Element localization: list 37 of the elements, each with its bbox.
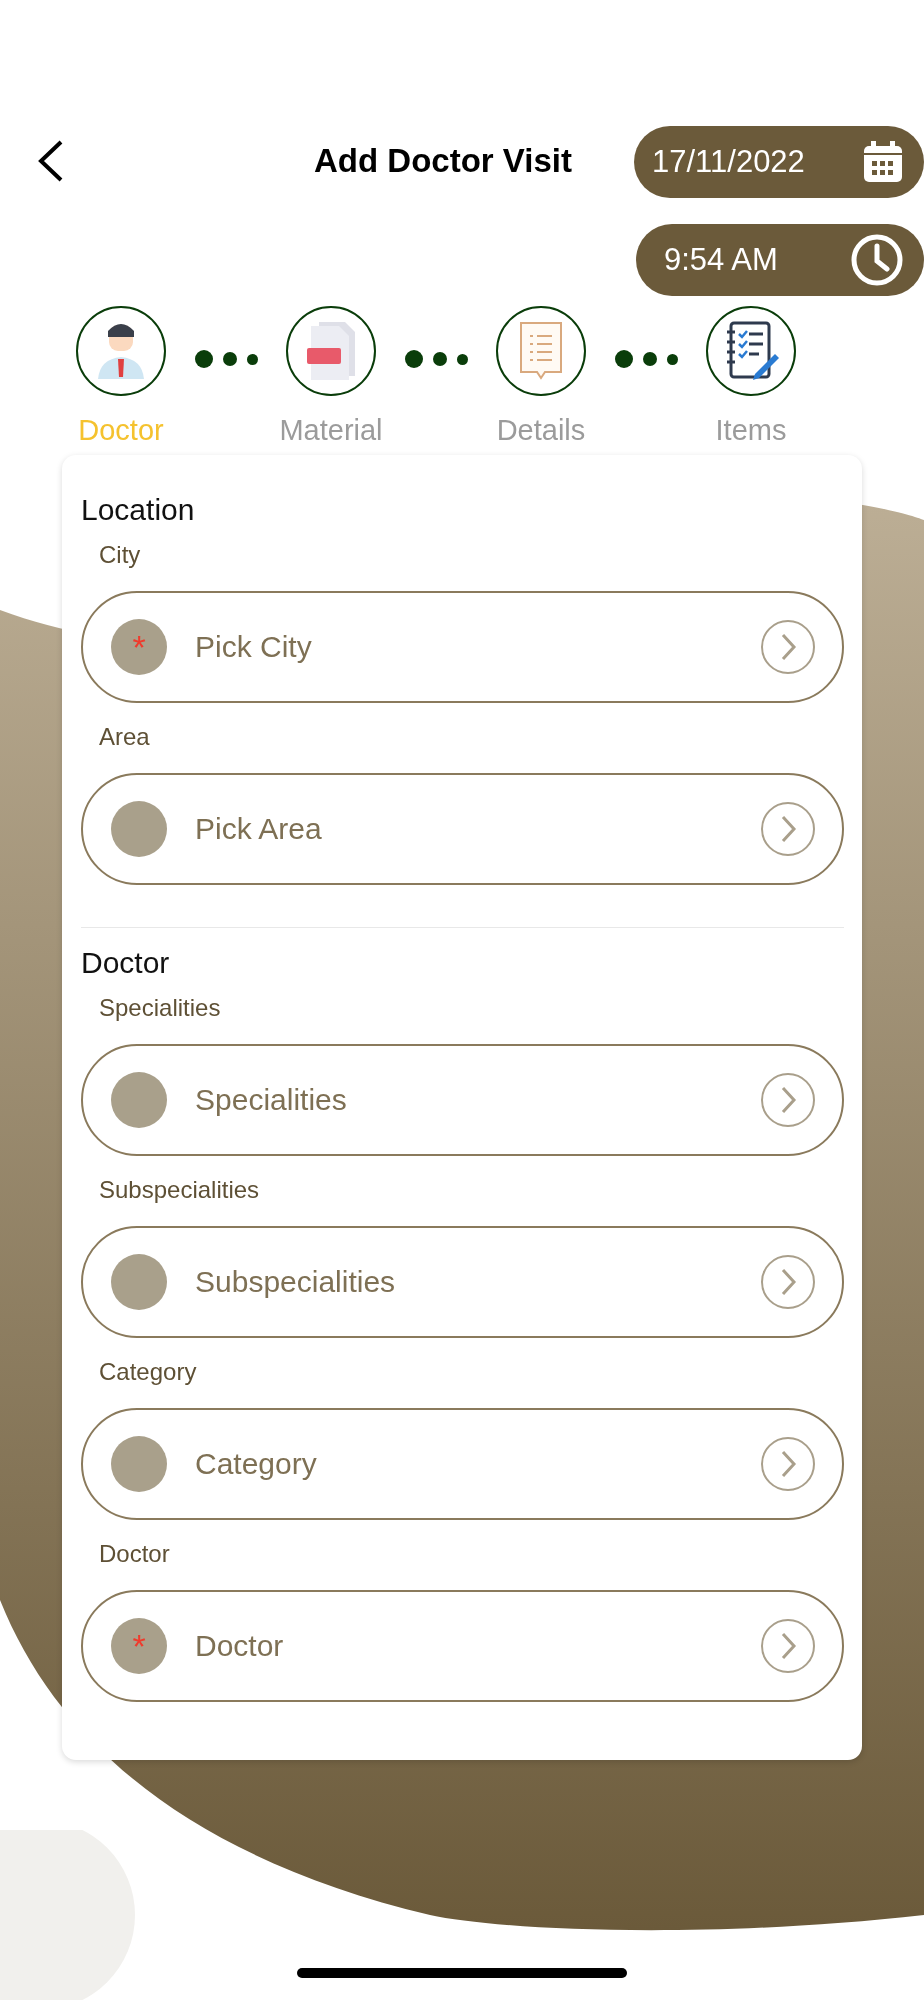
picker-field[interactable]: * Pick City [81, 591, 844, 703]
picker-field[interactable]: Subspecialities [81, 1226, 844, 1338]
field-label: Specialities [99, 994, 221, 1022]
picker-field[interactable]: Category [81, 1408, 844, 1520]
date-button[interactable]: 17/11/2022 [634, 126, 924, 198]
chevron-right-icon [760, 1436, 816, 1492]
calendar-icon [862, 140, 904, 184]
circle-icon [111, 1436, 167, 1492]
field-label: Category [99, 1358, 197, 1386]
step-tab[interactable]: Items [686, 306, 816, 447]
section-title: Location [81, 493, 195, 527]
pdf-file-icon [305, 320, 357, 382]
step-tab[interactable]: Material [266, 306, 396, 447]
chevron-right-icon [760, 1254, 816, 1310]
document-list-icon [518, 320, 564, 382]
picker-field[interactable]: * Doctor [81, 1590, 844, 1702]
time-button[interactable]: 9:54 AM [636, 224, 924, 296]
field-label: City [99, 541, 141, 569]
step-tab[interactable]: Details [476, 306, 606, 447]
chevron-right-icon [760, 801, 816, 857]
circle-icon [111, 801, 167, 857]
chevron-right-icon [760, 1618, 816, 1674]
chevron-right-icon [760, 619, 816, 675]
section-title: Doctor [81, 946, 170, 980]
circle-icon [111, 1072, 167, 1128]
field-label: Area [99, 723, 150, 751]
picker-field[interactable]: Specialities [81, 1044, 844, 1156]
required-mark: * [111, 619, 167, 675]
field-label: Subspecialities [99, 1176, 260, 1204]
required-mark: * [111, 1618, 167, 1674]
chevron-right-icon [760, 1072, 816, 1128]
person-icon [96, 321, 146, 381]
picker-field[interactable]: Pick Area [81, 773, 844, 885]
clock-icon [850, 233, 904, 287]
circle-icon [111, 1254, 167, 1310]
screen-title: Add Doctor Visit [314, 142, 573, 180]
field-label: Doctor [99, 1540, 170, 1568]
